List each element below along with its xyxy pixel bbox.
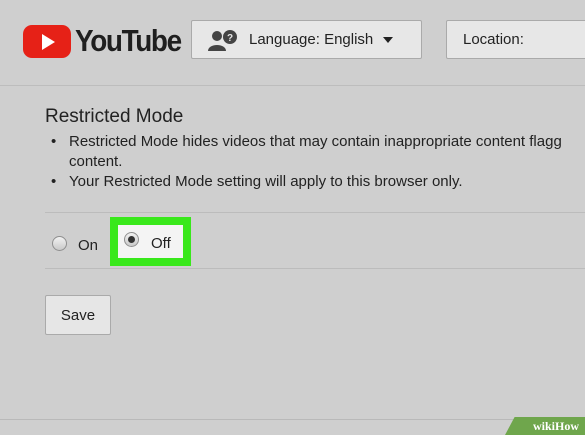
description-item: Restricted Mode hides videos that may co… xyxy=(48,132,585,172)
header-divider xyxy=(0,85,585,86)
restricted-mode-off-option[interactable]: Off xyxy=(118,225,183,258)
radio-on[interactable] xyxy=(52,235,67,251)
footer-divider xyxy=(0,419,585,420)
youtube-logo[interactable]: YouTube xyxy=(23,23,193,58)
radio-off-label[interactable]: Off xyxy=(151,235,171,252)
restricted-mode-on-option[interactable]: On xyxy=(52,232,98,254)
youtube-wordmark: YouTube xyxy=(75,23,182,58)
youtube-play-icon xyxy=(23,24,71,58)
language-button-label: Language: English xyxy=(249,31,374,48)
location-button-label: Location: xyxy=(463,31,524,48)
chevron-down-icon xyxy=(383,36,394,43)
save-button[interactable]: Save xyxy=(45,295,111,335)
section-divider xyxy=(45,212,585,213)
wikihow-watermark: wikiHow xyxy=(505,417,585,435)
description-item: Your Restricted Mode setting will apply … xyxy=(48,172,585,192)
restricted-mode-description: Restricted Mode hides videos that may co… xyxy=(48,132,585,192)
off-option-highlight: Off xyxy=(110,217,191,266)
restricted-mode-title: Restricted Mode xyxy=(45,106,184,127)
radio-on-label[interactable]: On xyxy=(78,237,98,254)
location-button[interactable]: Location: xyxy=(446,20,585,59)
language-button[interactable]: ? Language: English xyxy=(191,20,422,59)
people-question-icon: ? xyxy=(208,29,237,51)
radio-off[interactable] xyxy=(124,232,139,247)
section-divider xyxy=(45,268,585,269)
svg-text:?: ? xyxy=(227,33,233,44)
